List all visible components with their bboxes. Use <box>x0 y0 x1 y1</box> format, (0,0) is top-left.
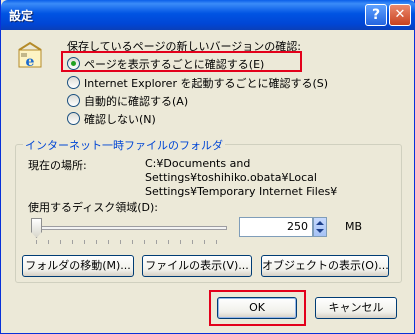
disk-space-input[interactable]: 250 <box>239 217 313 237</box>
radio-automatic[interactable] <box>67 94 80 107</box>
location-path-line1: C:¥Documents and <box>145 157 251 170</box>
view-objects-button[interactable]: オブジェクトの表示(O)... <box>261 255 389 277</box>
help-button[interactable]: ? <box>365 4 387 26</box>
ok-button[interactable]: OK <box>217 297 297 319</box>
disk-space-slider-track[interactable] <box>31 226 227 230</box>
location-label: 現在の場所: <box>28 159 87 172</box>
spin-arrows-icon <box>316 221 324 233</box>
location-path-line2: Settings¥toshihiko.obata¥Local <box>145 171 317 184</box>
window-title: 設定 <box>9 9 34 23</box>
radio-automatic-label[interactable]: 自動的に確認する(A) <box>84 93 188 109</box>
radio-every-start-label[interactable]: Internet Explorer を起動するごとに確認する(S) <box>84 75 328 91</box>
svg-text:e: e <box>26 54 35 70</box>
radio-never-label[interactable]: 確認しない(N) <box>84 111 156 127</box>
highlight-box-option <box>61 51 302 72</box>
disk-space-label: 使用するディスク領域(D): <box>28 201 158 214</box>
title-bar[interactable]: 設定 ? ✕ <box>1 0 415 30</box>
radio-never[interactable] <box>67 112 80 125</box>
radio-every-start[interactable] <box>67 76 80 89</box>
temp-files-group-title: インターネット一時ファイルのフォルダ <box>23 137 225 153</box>
disk-space-unit: MB <box>345 220 363 233</box>
view-files-button[interactable]: ファイルの表示(V)... <box>142 255 252 277</box>
move-folder-button[interactable]: フォルダの移動(M)... <box>22 255 134 277</box>
settings-dialog: 設定 ? ✕ e 保存しているページの新しいバージョンの確認: ページを表示する… <box>0 0 415 334</box>
location-path-line3: Settings¥Temporary Internet Files¥ <box>145 185 338 198</box>
close-button[interactable]: ✕ <box>389 4 411 26</box>
cancel-button[interactable]: キャンセル <box>315 297 397 319</box>
disk-space-spinner[interactable] <box>313 217 327 237</box>
ie-page-icon: e <box>15 40 45 70</box>
